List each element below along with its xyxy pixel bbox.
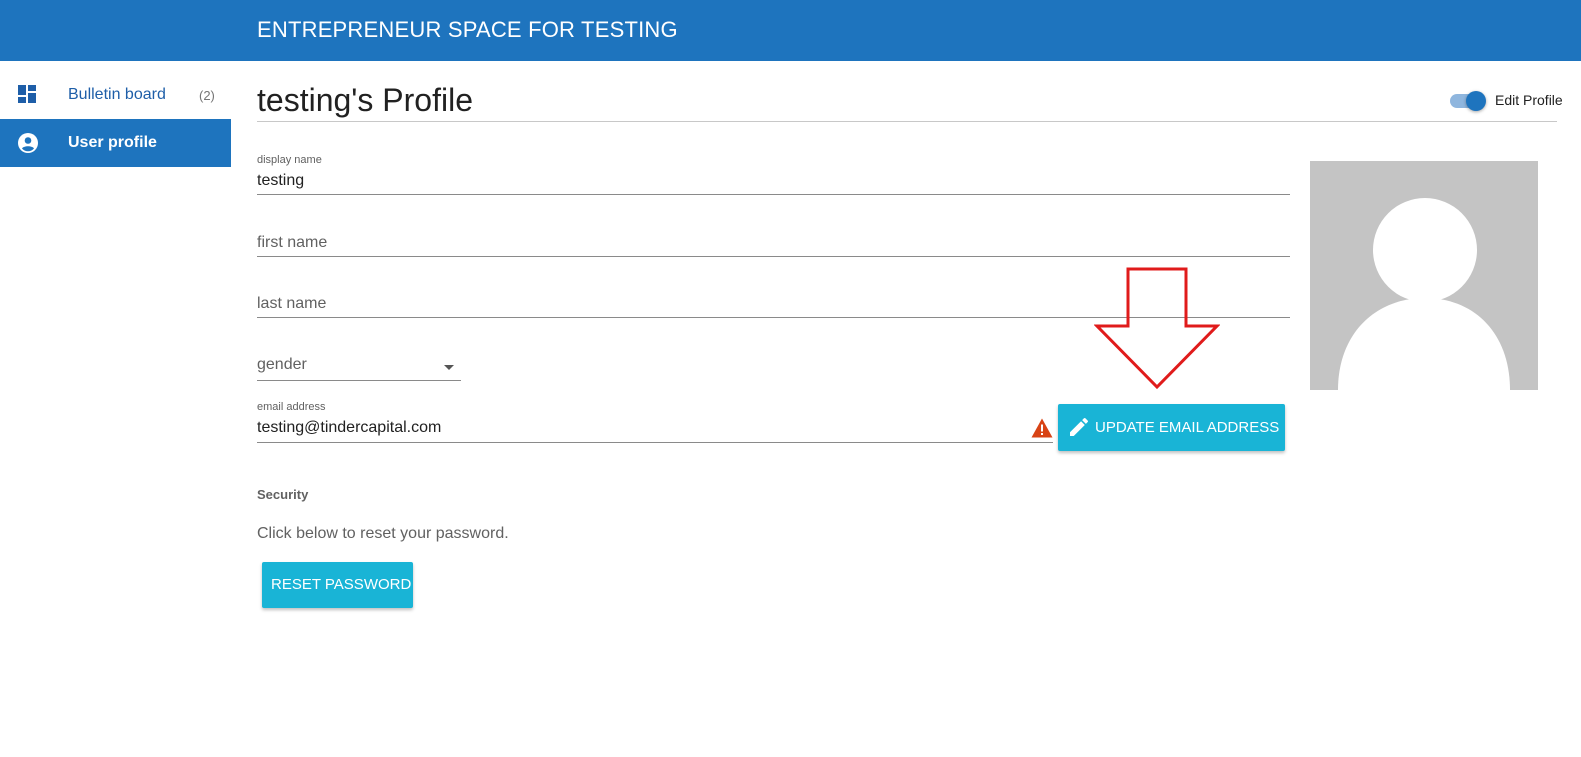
first-name-field[interactable]: first name <box>257 232 1290 258</box>
security-heading: Security <box>257 487 309 502</box>
sidebar-item-label: Bulletin board <box>68 86 166 103</box>
toggle-thumb <box>1466 91 1486 111</box>
reset-password-help-text: Click below to reset your password. <box>257 525 509 542</box>
display-name-field[interactable]: display name testing <box>257 154 1290 195</box>
email-value: testing@tindercapital.com <box>257 419 442 436</box>
dropdown-arrow-icon <box>444 365 454 370</box>
warning-icon <box>1031 418 1053 438</box>
field-underline <box>257 442 1053 443</box>
reset-password-button[interactable]: RESET PASSWORD <box>262 562 413 608</box>
display-name-value: testing <box>257 172 305 189</box>
field-underline <box>257 194 1290 195</box>
dashboard-icon <box>18 85 36 103</box>
account-circle-icon <box>18 133 38 153</box>
sidebar-item-bulletin-board[interactable]: Bulletin board (2) <box>0 71 231 119</box>
first-name-placeholder: first name <box>257 234 328 251</box>
email-field[interactable]: email address testing@tindercapital.com <box>257 401 1053 444</box>
sidebar-item-count: (2) <box>199 88 215 103</box>
gender-select[interactable]: gender <box>257 355 461 383</box>
edit-profile-toggle[interactable] <box>1450 91 1486 111</box>
avatar-silhouette-icon <box>1338 198 1510 390</box>
gender-placeholder: gender <box>257 356 307 373</box>
page-title: testing's Profile <box>257 82 473 118</box>
edit-profile-label: Edit Profile <box>1495 92 1563 108</box>
field-underline <box>257 380 461 381</box>
title-divider <box>257 121 1557 122</box>
update-email-label: UPDATE EMAIL ADDRESS <box>1095 419 1280 436</box>
field-underline <box>257 256 1290 257</box>
update-email-button[interactable]: UPDATE EMAIL ADDRESS <box>1058 404 1285 451</box>
annotation-arrow-icon <box>1094 267 1220 390</box>
display-name-label: display name <box>257 154 322 166</box>
default-avatar <box>1310 161 1538 390</box>
pencil-icon <box>1070 418 1088 436</box>
app-title: ENTREPRENEUR SPACE FOR TESTING <box>257 17 678 42</box>
sidebar-item-label: User profile <box>68 134 157 151</box>
reset-password-label: RESET PASSWORD <box>271 576 412 593</box>
last-name-placeholder: last name <box>257 295 327 312</box>
app-header: ENTREPRENEUR SPACE FOR TESTING <box>0 0 1581 61</box>
sidebar-item-user-profile[interactable]: User profile <box>0 119 231 167</box>
email-label: email address <box>257 401 326 413</box>
